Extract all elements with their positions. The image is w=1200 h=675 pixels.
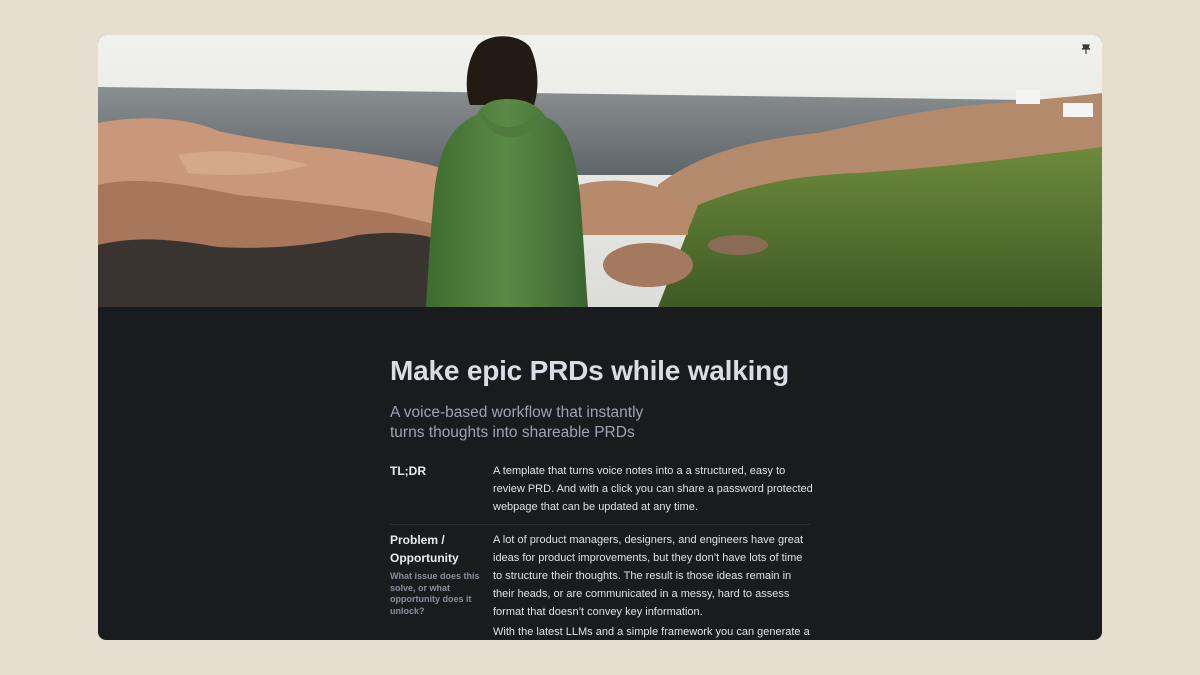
section-problem-opportunity: Problem / Opportunity What issue does th… — [390, 531, 830, 640]
cover-image — [98, 35, 1102, 307]
section-label-column: Problem / Opportunity What issue does th… — [390, 531, 493, 640]
section-label-column: TL;DR — [390, 462, 493, 516]
page-title: Make epic PRDs while walking — [390, 355, 789, 386]
section-body: A lot of product managers, designers, an… — [493, 531, 813, 640]
pin-icon[interactable] — [1080, 43, 1092, 55]
section-label: TL;DR — [390, 464, 426, 478]
section-paragraph: A lot of product managers, designers, an… — [493, 534, 804, 618]
section-label: Problem / Opportunity — [390, 533, 459, 565]
document-body: Make epic PRDs while walking A voice-bas… — [390, 351, 830, 640]
section-divider — [390, 524, 810, 525]
section-paragraph: With the latest LLMs and a simple framew… — [493, 626, 810, 638]
section-paragraph: A template that turns voice notes into a… — [493, 465, 813, 513]
section-body: A template that turns voice notes into a… — [493, 462, 813, 516]
document-window: Make epic PRDs while walking A voice-bas… — [98, 35, 1102, 640]
section-hint: What issue does this solve, or what oppo… — [390, 571, 480, 616]
section-tldr: TL;DR A template that turns voice notes … — [390, 462, 830, 516]
page-subtitle: A voice-based workflow that instantly tu… — [390, 404, 644, 441]
